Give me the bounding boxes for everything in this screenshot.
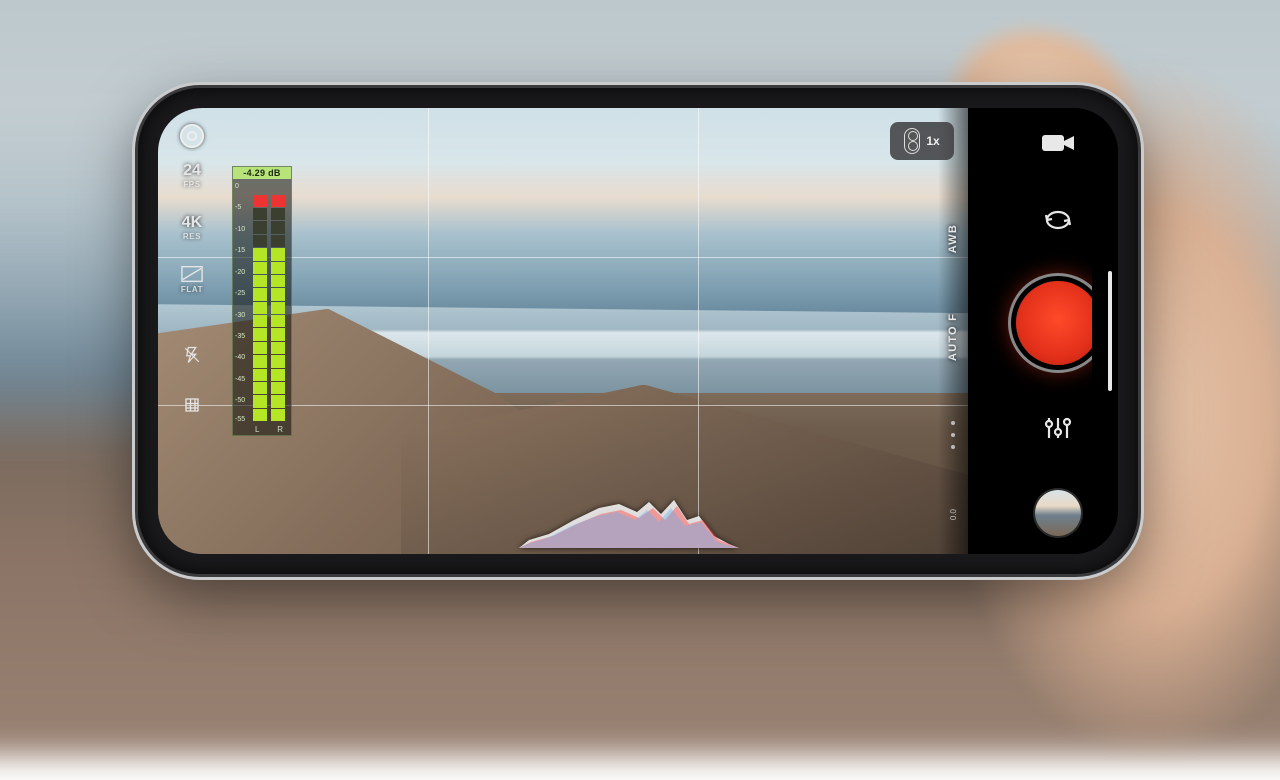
- audio-left-label: L: [255, 425, 259, 434]
- sliders-icon[interactable]: [1041, 415, 1075, 441]
- color-profile-button[interactable]: FLAT: [181, 265, 203, 294]
- audio-level-meter[interactable]: -4.29 dB 0 -5 -10 -15 -20 -25 -30 -35 -4…: [232, 166, 292, 436]
- fps-value: 24: [183, 162, 201, 180]
- viewfinder[interactable]: 24 FPS 4K RES FLAT: [158, 108, 968, 554]
- color-profile-label: FLAT: [181, 285, 203, 294]
- vertical-readout-strip: AWB AUTO F 0.0: [938, 108, 968, 554]
- phone-screen: 24 FPS 4K RES FLAT: [158, 108, 1118, 554]
- left-settings-strip: 24 FPS 4K RES FLAT: [158, 108, 226, 554]
- resolution-button[interactable]: 4K RES: [182, 214, 202, 242]
- lens-zoom-value: 1x: [926, 134, 939, 148]
- camera-switch-icon[interactable]: [1041, 206, 1075, 232]
- grid-toggle-button[interactable]: [181, 396, 203, 416]
- white-balance-button[interactable]: AWB: [947, 224, 959, 253]
- grid-icon: [181, 396, 203, 414]
- histogram[interactable]: [519, 490, 739, 548]
- grid-line: [428, 108, 429, 554]
- record-button[interactable]: [1016, 281, 1100, 365]
- resolution-value: 4K: [182, 214, 202, 232]
- fps-button[interactable]: 24 FPS: [183, 162, 201, 190]
- grid-line: [698, 108, 699, 554]
- phone-notch: [1092, 246, 1118, 416]
- lens-selector[interactable]: 1x: [890, 122, 954, 160]
- page-dots[interactable]: [951, 421, 955, 449]
- flash-button[interactable]: [181, 346, 203, 366]
- flash-off-icon: [181, 346, 203, 364]
- audio-scale: 0 -5 -10 -15 -20 -25 -30 -35 -40 -45 -50…: [235, 183, 249, 421]
- audio-peak-readout: -4.29 dB: [233, 167, 291, 179]
- exposure-readout: 0.0: [949, 509, 958, 520]
- audio-bars: [253, 183, 285, 421]
- audio-right-label: R: [277, 425, 283, 434]
- home-indicator: [1108, 271, 1112, 391]
- phone-body: 24 FPS 4K RES FLAT: [138, 88, 1138, 574]
- resolution-label: RES: [182, 232, 202, 241]
- fps-label: FPS: [183, 180, 201, 189]
- dual-lens-icon: [904, 128, 920, 154]
- focus-mode-button[interactable]: AUTO F: [947, 313, 959, 361]
- video-camera-icon[interactable]: [1041, 130, 1075, 156]
- tone-curve-icon: [181, 265, 203, 283]
- gallery-thumbnail[interactable]: [1035, 490, 1081, 536]
